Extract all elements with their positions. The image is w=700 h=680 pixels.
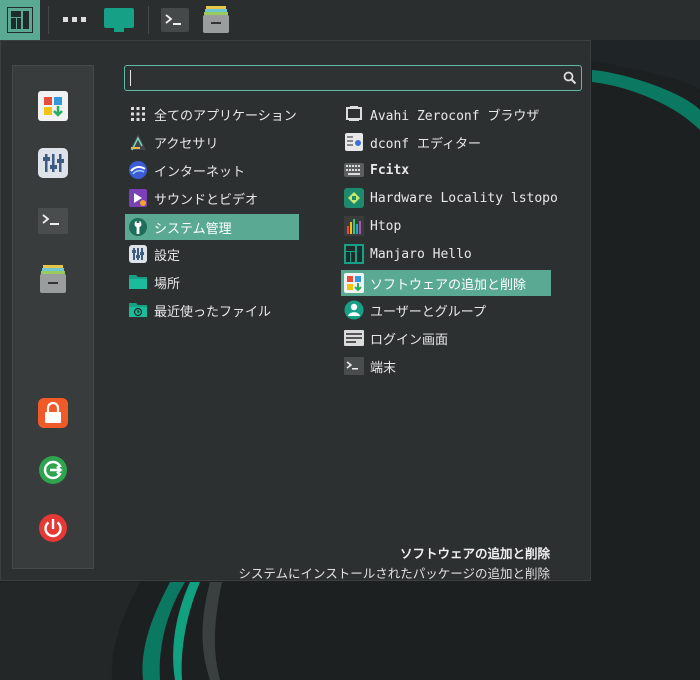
dconf-icon bbox=[344, 132, 364, 152]
file-cabinet-icon bbox=[40, 265, 66, 293]
lock-icon bbox=[38, 398, 68, 428]
category-label: 最近使ったファイル bbox=[154, 304, 272, 320]
app-label: Fcitx bbox=[370, 162, 410, 178]
show-desktop-button[interactable] bbox=[102, 0, 136, 40]
network-icon bbox=[344, 104, 364, 124]
app-software-manager[interactable]: ソフトウェアの追加と削除 bbox=[341, 270, 551, 296]
manjaro-menu-button[interactable] bbox=[0, 0, 40, 40]
app-dconf-editor[interactable]: dconf エディター bbox=[341, 129, 551, 155]
app-label: ソフトウェアの追加と削除 bbox=[370, 277, 527, 293]
category-internet[interactable]: インターネット bbox=[125, 157, 299, 183]
application-menu: 全てのアプリケーション アクセサリ インターネット サウンドとビデオ システム管… bbox=[0, 40, 591, 581]
htop-icon bbox=[344, 216, 364, 236]
category-label: サウンドとビデオ bbox=[154, 192, 259, 208]
lock-screen-button[interactable] bbox=[36, 396, 70, 430]
show-apps-button[interactable] bbox=[58, 0, 92, 40]
recent-files-icon bbox=[128, 300, 148, 320]
file-cabinet-icon bbox=[203, 6, 229, 33]
category-label: 全てのアプリケーション bbox=[154, 108, 297, 124]
app-label: Manjaro Hello bbox=[370, 246, 472, 262]
keyboard-icon bbox=[344, 160, 364, 180]
accessories-icon bbox=[128, 132, 148, 152]
terminal-icon bbox=[161, 8, 189, 32]
app-label: Htop bbox=[370, 218, 402, 234]
shutdown-button[interactable] bbox=[36, 511, 70, 545]
favorites-sidebar bbox=[12, 65, 94, 569]
favorite-terminal[interactable] bbox=[36, 204, 70, 238]
users-icon bbox=[344, 300, 364, 320]
top-panel bbox=[0, 0, 700, 40]
search-input[interactable] bbox=[129, 68, 553, 90]
category-label: 設定 bbox=[154, 248, 181, 264]
category-label: 場所 bbox=[154, 276, 181, 292]
app-label: dconf エディター bbox=[370, 136, 482, 152]
multimedia-icon bbox=[128, 188, 148, 208]
app-login-screen[interactable]: ログイン画面 bbox=[341, 325, 551, 351]
software-icon bbox=[344, 273, 364, 293]
category-places[interactable]: 場所 bbox=[125, 269, 299, 295]
category-sound-video[interactable]: サウンドとビデオ bbox=[125, 185, 299, 211]
favorite-settings[interactable] bbox=[36, 146, 70, 180]
app-label: Hardware Locality lstopo bbox=[370, 190, 558, 206]
terminal-icon bbox=[38, 208, 68, 234]
app-label: ユーザーとグループ bbox=[370, 304, 486, 320]
category-settings[interactable]: 設定 bbox=[125, 241, 299, 267]
category-recent-files[interactable]: 最近使ったファイル bbox=[125, 297, 299, 323]
logout-button[interactable] bbox=[36, 453, 70, 487]
settings-manager-icon bbox=[38, 148, 68, 178]
app-users-groups[interactable]: ユーザーとグループ bbox=[341, 297, 551, 323]
app-avahi-browser[interactable]: Avahi Zeroconf ブラウザ bbox=[341, 101, 551, 127]
folder-icon bbox=[128, 272, 148, 292]
category-label: システム管理 bbox=[154, 221, 232, 237]
app-hwloc-lstopo[interactable]: Hardware Locality lstopo bbox=[341, 185, 558, 211]
favorite-software-manager[interactable] bbox=[36, 89, 70, 123]
file-manager-launcher[interactable] bbox=[199, 0, 233, 40]
logout-icon bbox=[39, 456, 67, 484]
description-text: システムにインストールされたパッケージの追加と削除 bbox=[238, 566, 550, 581]
category-accessories[interactable]: アクセサリ bbox=[125, 129, 299, 155]
grid-dots-icon bbox=[128, 104, 148, 124]
favorite-file-manager[interactable] bbox=[36, 262, 70, 296]
app-label: Avahi Zeroconf ブラウザ bbox=[370, 108, 540, 124]
category-label: アクセサリ bbox=[154, 136, 219, 152]
search-box[interactable] bbox=[124, 65, 582, 91]
manjaro-logo-icon bbox=[7, 7, 33, 33]
software-manager-icon bbox=[38, 91, 68, 121]
app-manjaro-hello[interactable]: Manjaro Hello bbox=[341, 241, 551, 267]
description-title: ソフトウェアの追加と削除 bbox=[399, 546, 550, 561]
dots-icon bbox=[63, 17, 86, 22]
category-label: インターネット bbox=[154, 164, 246, 180]
terminal-launcher[interactable] bbox=[158, 0, 192, 40]
terminal-icon bbox=[344, 356, 364, 376]
desktop-icon bbox=[104, 8, 134, 32]
app-htop[interactable]: Htop bbox=[341, 213, 551, 239]
manjaro-icon bbox=[344, 244, 364, 264]
category-all-applications[interactable]: 全てのアプリケーション bbox=[125, 101, 299, 127]
app-label: 端末 bbox=[370, 360, 397, 376]
settings-icon bbox=[128, 244, 148, 264]
search-icon[interactable] bbox=[563, 71, 577, 85]
app-fcitx[interactable]: Fcitx bbox=[341, 157, 551, 183]
power-icon bbox=[39, 514, 67, 542]
login-screen-icon bbox=[344, 328, 364, 348]
internet-icon bbox=[128, 160, 148, 180]
app-label: ログイン画面 bbox=[370, 332, 449, 348]
app-terminal[interactable]: 端末 bbox=[341, 353, 551, 379]
category-system-admin[interactable]: システム管理 bbox=[125, 214, 299, 240]
hwloc-icon bbox=[344, 188, 364, 208]
system-admin-icon bbox=[128, 217, 148, 237]
